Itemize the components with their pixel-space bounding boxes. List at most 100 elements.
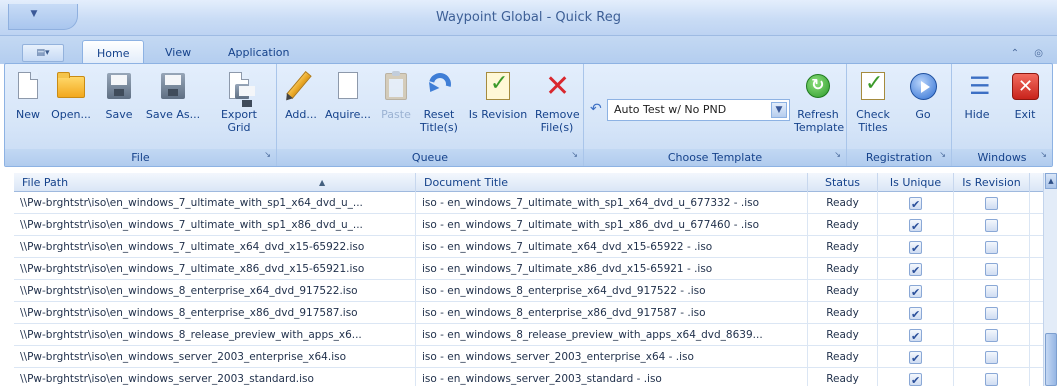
play-icon bbox=[907, 70, 939, 102]
is-revision-checkbox[interactable] bbox=[985, 218, 998, 232]
table-row[interactable]: \\Pw-brghtstr\iso\en_windows_7_ultimate_… bbox=[14, 236, 1044, 258]
cell-is-unique bbox=[878, 258, 954, 280]
windows-group-label: Windows ↘ bbox=[952, 149, 1052, 166]
go-button[interactable]: Go bbox=[903, 70, 943, 145]
is-revision-checkbox[interactable] bbox=[985, 284, 998, 298]
column-header-is-revision[interactable]: Is Revision bbox=[954, 173, 1030, 192]
document-list-icon bbox=[332, 70, 364, 102]
cell-document-title: iso - en_windows_7_ultimate_with_sp1_x86… bbox=[416, 214, 808, 236]
ribbon-minimize-icon[interactable]: ⌃ ◎ bbox=[1011, 48, 1049, 59]
save-button[interactable]: Save bbox=[101, 70, 137, 145]
title-bar: ▼ Waypoint Global - Quick Reg bbox=[0, 0, 1057, 36]
is-revision-button[interactable]: Is Revision bbox=[467, 70, 529, 145]
queue-group-label: Queue ↘ bbox=[277, 149, 583, 166]
reset-titles-button[interactable]: Reset Title(s) bbox=[419, 68, 459, 145]
vertical-scrollbar[interactable]: ▲ bbox=[1043, 173, 1057, 386]
is-revision-checkbox[interactable] bbox=[985, 372, 998, 386]
table-row[interactable]: \\Pw-brghtstr\iso\en_windows_server_2003… bbox=[14, 368, 1044, 386]
choose-template-group: ↶ Auto Test w/ No PND ▼ RefreshTemplate … bbox=[584, 64, 847, 166]
hide-button[interactable]: ☰ Hide bbox=[958, 70, 996, 145]
cell-document-title: iso - en_windows_server_2003_enterprise_… bbox=[416, 346, 808, 368]
cell-is-revision bbox=[954, 214, 1030, 236]
exit-button[interactable]: ✕ Exit bbox=[1006, 70, 1044, 145]
aquire-button[interactable]: Aquire... bbox=[323, 70, 373, 145]
folder-icon bbox=[55, 70, 87, 102]
add-button[interactable]: Add... bbox=[283, 70, 319, 145]
list-icon: ☰ bbox=[969, 72, 991, 100]
grid-header: File Path ▲ Document Title Status Is Uniq… bbox=[14, 173, 1044, 192]
is-unique-checkbox[interactable] bbox=[909, 326, 922, 346]
chevron-down-icon[interactable]: ▼ bbox=[771, 102, 787, 118]
save-as-button[interactable]: Save As... bbox=[141, 70, 205, 145]
cell-is-unique bbox=[878, 368, 954, 386]
cell-is-unique bbox=[878, 236, 954, 258]
is-unique-checkbox[interactable] bbox=[909, 194, 922, 214]
scroll-thumb[interactable] bbox=[1045, 333, 1057, 386]
is-revision-checkbox[interactable] bbox=[985, 306, 998, 320]
column-header-file-path[interactable]: File Path ▲ bbox=[14, 173, 416, 192]
open-button[interactable]: Open... bbox=[49, 70, 93, 145]
clipboard-icon bbox=[380, 70, 412, 102]
application-menu-button[interactable]: ▤▾ bbox=[22, 44, 64, 62]
cell-status: Ready bbox=[808, 192, 878, 214]
registration-group-label: Registration ↘ bbox=[847, 149, 951, 166]
file-group: New Open... Save Save As... Export Grid F… bbox=[5, 64, 277, 166]
table-row[interactable]: \\Pw-brghtstr\iso\en_windows_7_ultimate_… bbox=[14, 258, 1044, 280]
cell-file-path: \\Pw-brghtstr\iso\en_windows_8_enterpris… bbox=[14, 302, 416, 324]
column-header-is-unique[interactable]: Is Unique bbox=[878, 173, 954, 192]
is-revision-checkbox[interactable] bbox=[985, 262, 998, 276]
cell-is-revision bbox=[954, 280, 1030, 302]
dialog-launcher-icon[interactable]: ↘ bbox=[571, 146, 578, 163]
table-row[interactable]: \\Pw-brghtstr\iso\en_windows_server_2003… bbox=[14, 346, 1044, 368]
is-revision-checkbox[interactable] bbox=[985, 196, 998, 210]
dialog-launcher-icon[interactable]: ↘ bbox=[1040, 146, 1047, 163]
dialog-launcher-icon[interactable]: ↘ bbox=[939, 146, 946, 163]
export-document-icon bbox=[223, 70, 255, 107]
cell-status: Ready bbox=[808, 258, 878, 280]
is-unique-checkbox[interactable] bbox=[909, 304, 922, 324]
is-revision-checkbox[interactable] bbox=[985, 240, 998, 254]
is-revision-checkbox[interactable] bbox=[985, 350, 998, 364]
is-unique-checkbox[interactable] bbox=[909, 216, 922, 236]
pencil-icon bbox=[285, 70, 317, 102]
undo-icon[interactable]: ↶ bbox=[590, 101, 602, 117]
tab-home[interactable]: Home bbox=[82, 40, 145, 64]
cell-file-path: \\Pw-brghtstr\iso\en_windows_server_2003… bbox=[14, 368, 416, 386]
refresh-template-button[interactable]: RefreshTemplate bbox=[794, 70, 844, 145]
table-row[interactable]: \\Pw-brghtstr\iso\en_windows_7_ultimate_… bbox=[14, 192, 1044, 214]
is-revision-checkbox[interactable] bbox=[985, 328, 998, 342]
is-unique-checkbox[interactable] bbox=[909, 370, 922, 386]
close-icon: ✕ bbox=[1009, 70, 1041, 102]
dialog-launcher-icon[interactable]: ↘ bbox=[834, 146, 841, 163]
cell-document-title: iso - en_windows_8_release_preview_with_… bbox=[416, 324, 808, 346]
table-row[interactable]: \\Pw-brghtstr\iso\en_windows_8_release_p… bbox=[14, 324, 1044, 346]
tab-view[interactable]: View bbox=[165, 46, 191, 59]
table-row[interactable]: \\Pw-brghtstr\iso\en_windows_8_enterpris… bbox=[14, 280, 1044, 302]
cell-status: Ready bbox=[808, 346, 878, 368]
cell-is-revision bbox=[954, 324, 1030, 346]
tab-application[interactable]: Application bbox=[228, 46, 289, 59]
scroll-up-icon[interactable]: ▲ bbox=[1045, 173, 1057, 189]
check-titles-button[interactable]: CheckTitles bbox=[853, 70, 893, 145]
column-header-document-title[interactable]: Document Title bbox=[416, 173, 808, 192]
remove-files-button[interactable]: ✕ Remove File(s) bbox=[535, 70, 580, 145]
cell-file-path: \\Pw-brghtstr\iso\en_windows_7_ultimate_… bbox=[14, 192, 416, 214]
cell-status: Ready bbox=[808, 368, 878, 386]
cell-is-revision bbox=[954, 346, 1030, 368]
dialog-launcher-icon[interactable]: ↘ bbox=[264, 146, 271, 163]
cell-is-revision bbox=[954, 302, 1030, 324]
export-grid-button[interactable]: Export Grid bbox=[217, 70, 261, 145]
is-unique-checkbox[interactable] bbox=[909, 238, 922, 258]
table-row[interactable]: \\Pw-brghtstr\iso\en_windows_8_enterpris… bbox=[14, 302, 1044, 324]
table-row[interactable]: \\Pw-brghtstr\iso\en_windows_7_ultimate_… bbox=[14, 214, 1044, 236]
paste-button[interactable]: Paste bbox=[379, 70, 413, 145]
template-select[interactable]: Auto Test w/ No PND ▼ bbox=[607, 99, 790, 121]
floppy-disk-icon bbox=[157, 70, 189, 102]
cell-status: Ready bbox=[808, 302, 878, 324]
cell-file-path: \\Pw-brghtstr\iso\en_windows_7_ultimate_… bbox=[14, 214, 416, 236]
column-header-status[interactable]: Status bbox=[808, 173, 878, 192]
is-unique-checkbox[interactable] bbox=[909, 260, 922, 280]
is-unique-checkbox[interactable] bbox=[909, 348, 922, 368]
new-button[interactable]: New bbox=[11, 70, 45, 145]
is-unique-checkbox[interactable] bbox=[909, 282, 922, 302]
